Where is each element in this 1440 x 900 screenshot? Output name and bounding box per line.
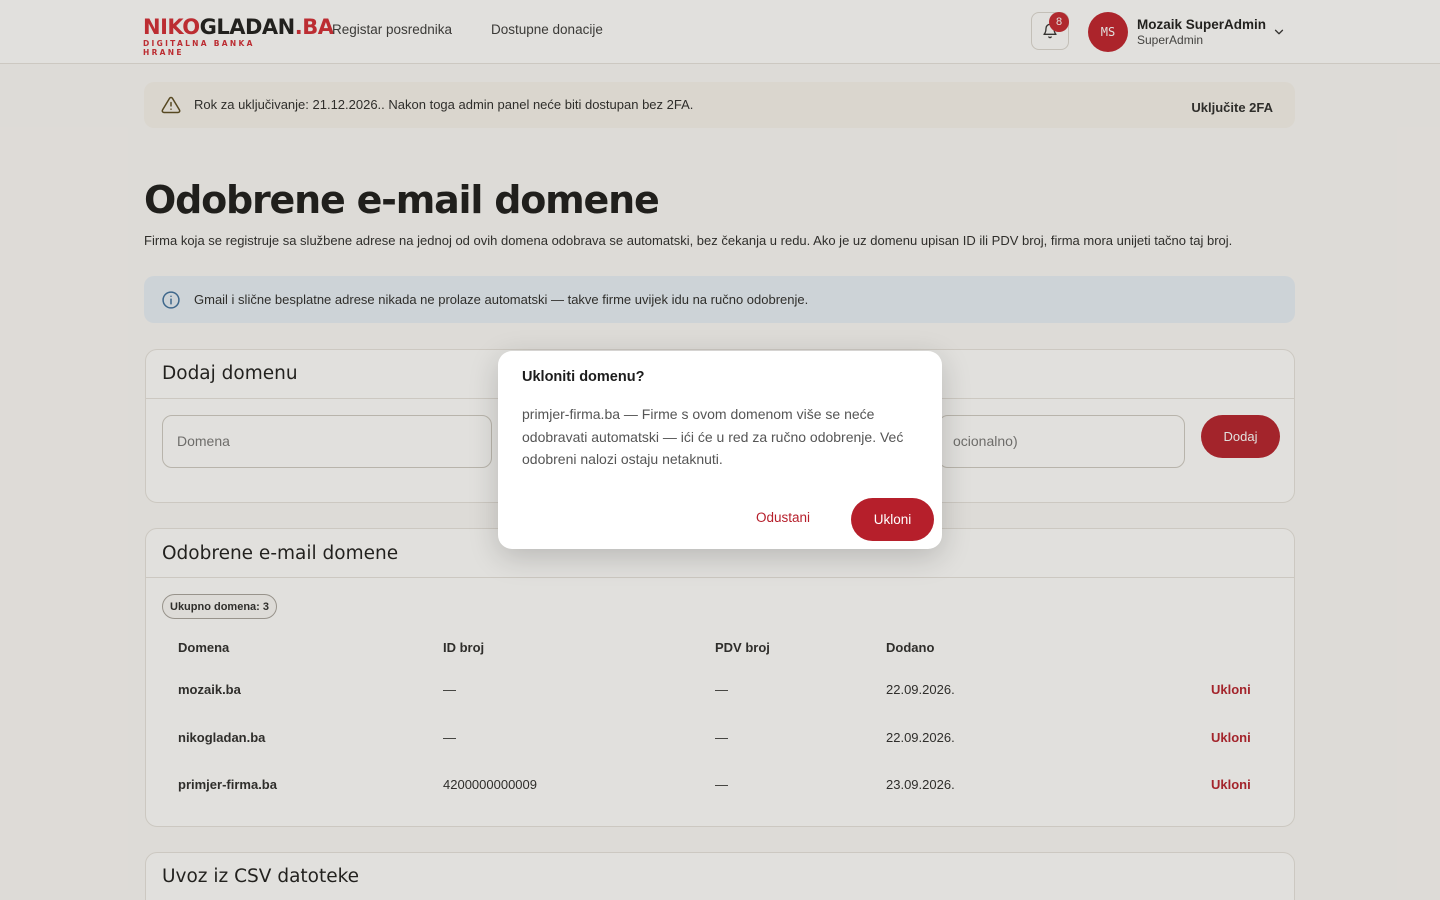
confirm-remove-dialog: Ukloniti domenu? primjer-firma.ba — Firm… [498, 351, 942, 549]
dialog-title: Ukloniti domenu? [522, 369, 645, 385]
dialog-body: primjer-firma.ba — Firme s ovom domenom … [522, 406, 904, 467]
cancel-button[interactable]: Odustani [756, 510, 810, 525]
confirm-remove-button[interactable]: Ukloni [851, 498, 934, 541]
